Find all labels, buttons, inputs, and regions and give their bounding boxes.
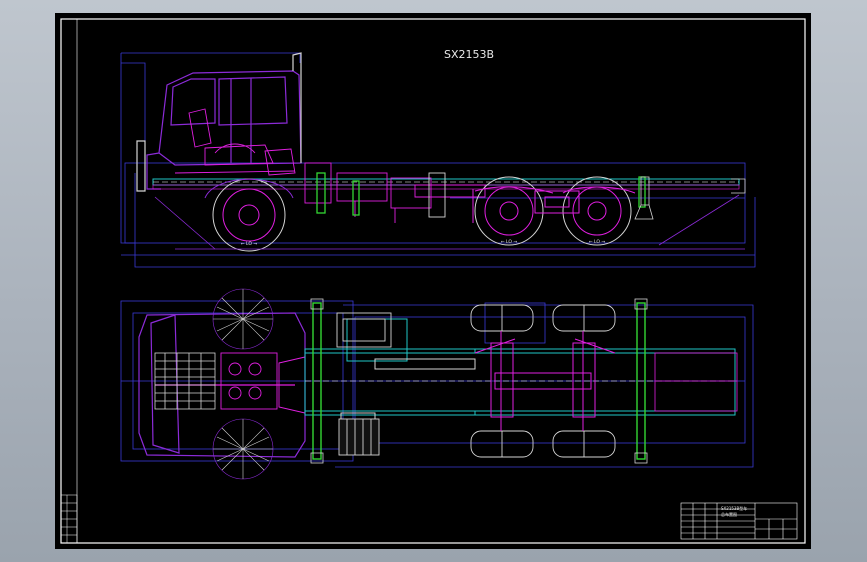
front-axle-label: ← LO → [241,241,258,247]
side-view: ← LO → ← LO → ← LO → [120,52,756,268]
title-block-model: SX2153B型车 [721,505,747,511]
inner-frame [76,18,806,544]
rear-axle-2-label: ← LO → [589,239,606,245]
cab-outline [136,52,302,192]
fuel-tank [336,312,392,456]
drawing-title: SX2153B [444,48,494,61]
rear-end-box [654,352,738,412]
engine-detail [220,352,306,414]
drawing-sheet: SX2153B ← LO → ← LO → ← LO → SX2153B型车 总… [55,13,811,549]
front-right-wheel-top [212,418,274,480]
rear-axle-1-label: ← LO → [501,239,518,245]
rear-suspension [472,186,636,223]
top-view [120,288,754,480]
top-view-guide-boxes [120,300,754,468]
title-block-name: 总布置图 [721,511,737,517]
drivetrain-components [304,162,486,223]
side-view-guide-boxes [120,52,756,268]
cad-drawing-canvas: SX2153B ← LO → ← LO → ← LO → SX2153B型车 总… [60,18,806,544]
front-wheel [204,178,294,252]
revision-strip [60,494,78,544]
frame-rail [152,178,740,190]
front-left-wheel-top [212,288,274,350]
